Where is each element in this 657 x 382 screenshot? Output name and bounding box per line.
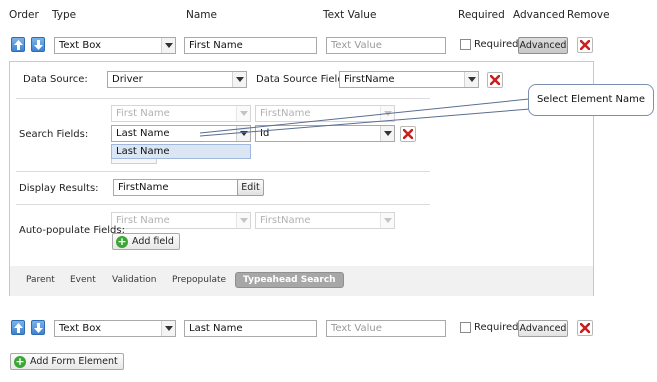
text-value-input[interactable]: Text Value (326, 320, 446, 337)
add-form-element-label: Add Form Element (30, 356, 118, 367)
chevron-down-icon (161, 321, 175, 336)
add-form-element-button[interactable]: + Add Form Element (10, 353, 124, 370)
arrow-down-icon (34, 323, 43, 333)
plus-circle-icon: + (14, 355, 26, 368)
advanced-button[interactable]: Advanced (518, 320, 568, 337)
type-select-value: Text Box (59, 323, 101, 334)
required-label: Required (474, 322, 519, 333)
arrow-up-icon (14, 323, 23, 333)
close-x-icon (580, 323, 590, 333)
move-up-button[interactable] (11, 320, 25, 335)
name-input[interactable]: Last Name (184, 320, 317, 337)
move-down-button[interactable] (31, 320, 45, 335)
required-checkbox[interactable] (460, 322, 471, 333)
type-select[interactable]: Text Box (54, 320, 176, 337)
callout-bubble: Select Element Name (528, 84, 654, 116)
remove-button[interactable] (577, 320, 593, 336)
